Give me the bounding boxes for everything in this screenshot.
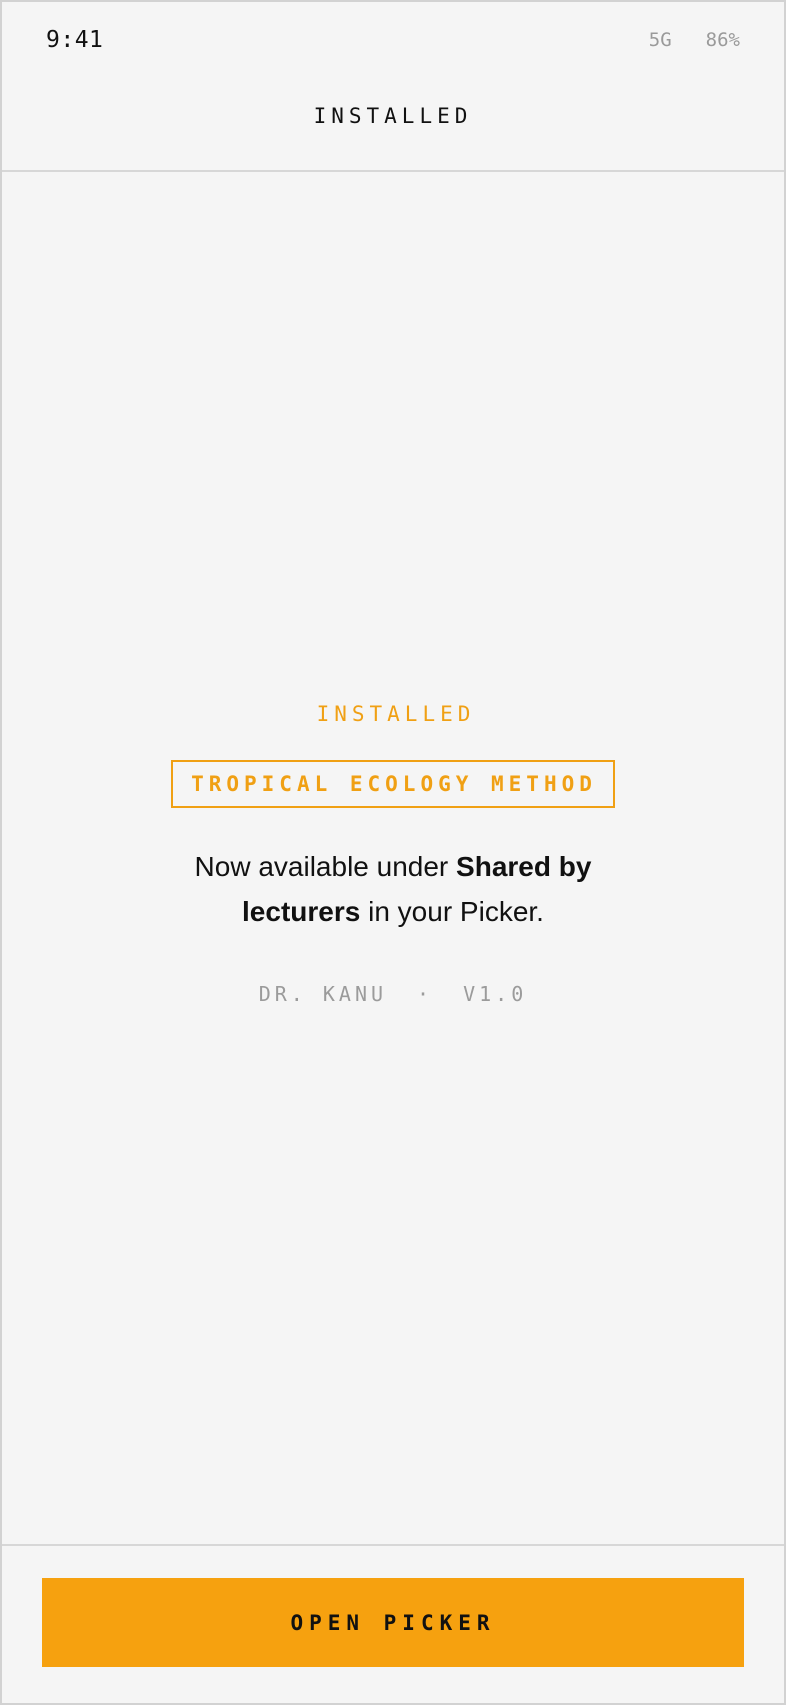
open-picker-button[interactable]: OPEN PICKER [42,1578,744,1667]
status-indicators: 5G 86% [649,29,740,51]
availability-message: Now available under Shared by lecturers … [158,844,628,934]
status-time: 9:41 [46,27,104,53]
install-confirmation: INSTALLED TROPICAL ECOLOGY METHOD Now av… [2,702,784,1006]
installed-label: INSTALLED [316,702,476,726]
author-label: DR. KANU [258,982,388,1006]
main-content: INSTALLED TROPICAL ECOLOGY METHOD Now av… [2,172,784,1548]
message-prefix: Now available under [194,851,457,882]
phone-screen: 9:41 5G 86% INSTALLED INSTALLED TROPICAL… [0,0,786,1705]
nav-bar: INSTALLED [2,82,784,172]
message-suffix: in your Picker. [360,896,544,927]
page-title: INSTALLED [313,104,473,128]
network-indicator: 5G [648,29,672,51]
version-label: V1.0 [463,982,528,1006]
status-bar: 9:41 5G 86% [2,2,784,82]
package-name-tag: TROPICAL ECOLOGY METHOD [171,760,615,808]
package-meta: DR. KANU · V1.0 [259,982,528,1006]
battery-indicator: 86% [705,29,740,51]
meta-separator: · [417,982,434,1006]
footer: OPEN PICKER [2,1544,784,1703]
